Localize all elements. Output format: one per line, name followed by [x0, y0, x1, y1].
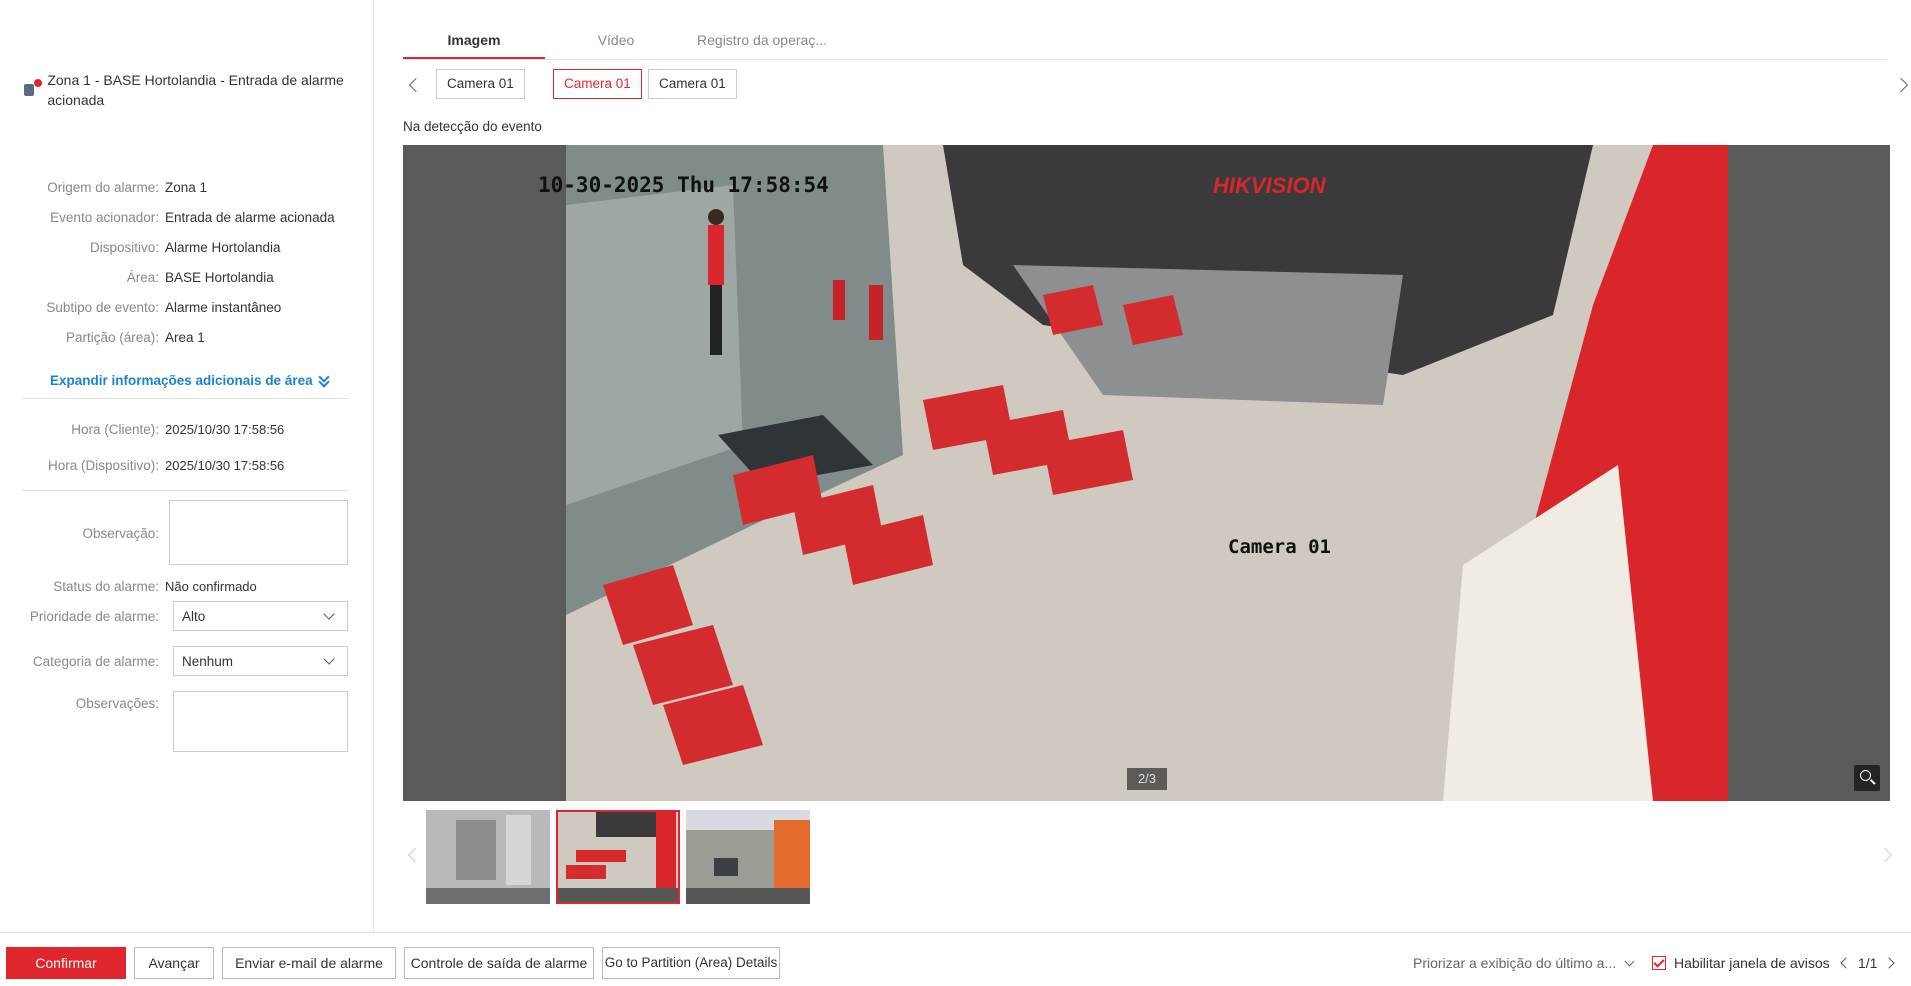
camera-button[interactable]: Camera 01	[436, 69, 525, 99]
chevron-left-icon[interactable]	[408, 77, 424, 93]
chevron-right-icon[interactable]	[1893, 77, 1909, 93]
chevron-down-icon	[323, 608, 335, 620]
category-label: Categoria de alarme:	[32, 653, 159, 669]
divider	[22, 398, 348, 399]
next-button[interactable]: Avançar	[134, 947, 214, 979]
confirm-button[interactable]: Confirmar	[6, 947, 126, 979]
observation-field[interactable]	[169, 500, 348, 565]
info-row: Partição (área): Area 1	[0, 322, 360, 352]
chevron-down-icon	[1624, 956, 1635, 966]
alarm-output-button[interactable]: Controle de saída de alarme	[404, 947, 594, 979]
double-chevron-down-icon	[319, 375, 329, 387]
page-indicator: 1/1	[1858, 955, 1878, 971]
thumbnail[interactable]	[686, 810, 810, 904]
brand-watermark: HIKVISION	[1213, 173, 1327, 198]
remarks-row: Observações:	[0, 688, 165, 718]
priority-row: Prioridade de alarme:	[0, 601, 165, 631]
camera-selector: Camera 01 Camera 01 Camera 01	[403, 68, 1909, 100]
camera-name-overlay: Camera 01	[1228, 536, 1331, 558]
time-value: 2025/10/30 17:58:56	[165, 421, 285, 437]
time-label: Hora (Cliente):	[71, 421, 159, 437]
time-row-device: Hora (Dispositivo): 2025/10/30 17:58:56	[0, 450, 284, 480]
info-label: Dispositivo:	[89, 239, 159, 255]
image-counter: 2/3	[1127, 768, 1167, 790]
observation-label: Observação:	[82, 525, 159, 541]
alarm-details-panel: Zona 1 - BASE Hortolandia - Entrada de a…	[0, 0, 374, 932]
checkbox-checked-icon	[1652, 956, 1666, 970]
time-row-client: Hora (Cliente): 2025/10/30 17:58:56	[0, 414, 284, 444]
info-row: Subtipo de evento: Alarme instantâneo	[0, 292, 360, 322]
info-row: Dispositivo: Alarme Hortolandia	[0, 232, 360, 262]
status-label: Status do alarme:	[53, 578, 159, 594]
info-value: BASE Hortolandia	[165, 269, 274, 285]
alarm-header: Zona 1 - BASE Hortolandia - Entrada de a…	[22, 70, 352, 110]
event-capture-label: Na detecção do evento	[403, 119, 542, 134]
info-value: Alarme Hortolandia	[165, 239, 281, 255]
category-row: Categoria de alarme:	[0, 646, 165, 676]
divider	[22, 490, 348, 491]
prev-page-icon[interactable]	[1840, 957, 1852, 969]
media-tabs: Imagem Vídeo Registro da operaç...	[403, 22, 1887, 60]
observation-row: Observação:	[0, 518, 165, 548]
info-label: Área:	[126, 269, 159, 285]
info-label: Evento acionador:	[50, 209, 159, 225]
snapshot-image[interactable]: 10-30-2025 Thu 17:58:54 HIKVISION Camera…	[403, 145, 1890, 801]
camera-button[interactable]: Camera 01	[648, 69, 737, 99]
enable-popup-label: Habilitar janela de avisos	[1674, 955, 1830, 971]
info-value: Alarme instantâneo	[165, 299, 282, 315]
status-value: Não confirmado	[165, 578, 257, 594]
info-label: Subtipo de evento:	[46, 299, 159, 315]
send-email-button[interactable]: Enviar e-mail de alarme	[222, 947, 396, 979]
remarks-label: Observações:	[75, 695, 159, 711]
info-value: Zona 1	[165, 179, 208, 195]
partition-details-button[interactable]: Go to Partition (Area) Details	[602, 947, 780, 979]
timestamp-overlay: 10-30-2025 Thu 17:58:54	[538, 173, 829, 197]
info-row: Evento acionador: Entrada de alarme acion…	[0, 202, 360, 232]
thumbnail[interactable]	[426, 810, 550, 904]
status-row: Status do alarme: Não confirmado	[0, 571, 257, 601]
thumb-prev-icon[interactable]	[407, 847, 423, 863]
prioritize-label: Priorizar a exibição do último a...	[1413, 955, 1617, 971]
thumbnail-strip	[426, 810, 810, 904]
info-value: Area 1	[165, 329, 205, 345]
alarm-info-list: Origem do alarme: Zona 1 Evento acionador…	[0, 172, 360, 352]
time-label: Hora (Dispositivo):	[47, 457, 159, 473]
alarm-zone-icon	[22, 79, 42, 98]
chevron-down-icon	[323, 653, 335, 665]
tab-operation-log[interactable]: Registro da operaç...	[687, 22, 837, 59]
info-row: Origem do alarme: Zona 1	[0, 172, 360, 202]
snapshot-viewer: 10-30-2025 Thu 17:58:54 HIKVISION Camera…	[403, 145, 1890, 801]
tab-video[interactable]: Vídeo	[545, 22, 687, 59]
expand-area-info-link[interactable]: Expandir informações adicionais de área	[50, 373, 329, 388]
category-value: Nenhum	[182, 653, 234, 669]
zoom-in-icon[interactable]	[1854, 765, 1880, 791]
next-page-icon[interactable]	[1883, 957, 1896, 969]
remarks-field[interactable]	[173, 691, 348, 752]
priority-value: Alto	[182, 608, 206, 624]
time-value: 2025/10/30 17:58:56	[165, 457, 285, 473]
pager: 1/1	[1840, 955, 1896, 971]
alarm-title: Zona 1 - BASE Hortolandia - Entrada de a…	[47, 72, 344, 108]
info-label: Partição (área):	[65, 329, 159, 345]
action-bar: Confirmar Avançar Enviar e-mail de alarm…	[0, 932, 1911, 986]
camera-button-active[interactable]: Camera 01	[553, 69, 642, 99]
priority-select[interactable]: Alto	[173, 601, 348, 631]
priority-label: Prioridade de alarme:	[29, 608, 159, 624]
tab-image[interactable]: Imagem	[403, 22, 545, 59]
prioritize-dropdown[interactable]: Priorizar a exibição do último a...	[1413, 955, 1635, 971]
info-label: Origem do alarme:	[47, 179, 159, 195]
thumbnail-active[interactable]	[556, 810, 680, 904]
info-value: Entrada de alarme acionada	[165, 209, 335, 225]
media-panel: Imagem Vídeo Registro da operaç... Camer…	[375, 0, 1911, 932]
info-row: Área: BASE Hortolandia	[0, 262, 360, 292]
category-select[interactable]: Nenhum	[173, 646, 348, 676]
expand-label: Expandir informações adicionais de área	[50, 373, 313, 388]
enable-popup-checkbox[interactable]: Habilitar janela de avisos	[1652, 955, 1830, 971]
thumb-next-icon[interactable]	[1877, 847, 1893, 863]
